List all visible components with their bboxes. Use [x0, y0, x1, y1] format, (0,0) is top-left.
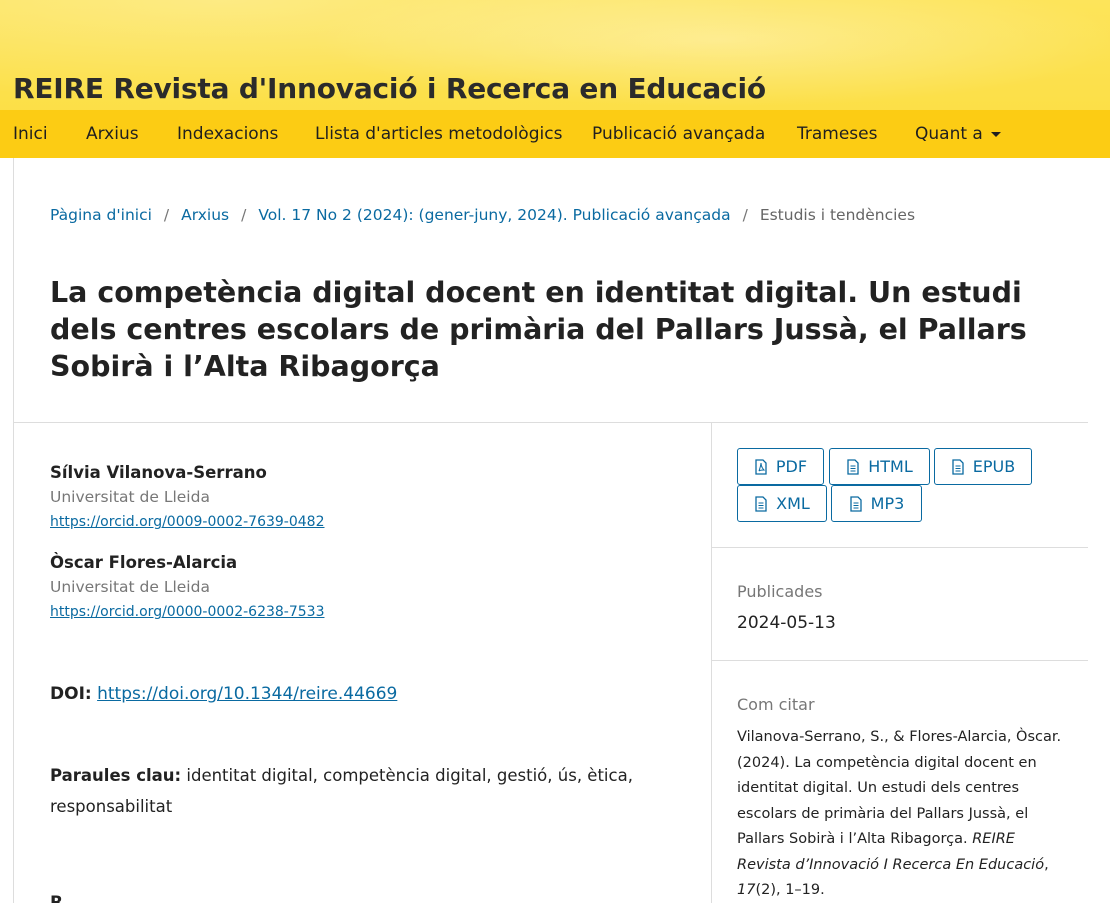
sidebar-divider	[712, 547, 1088, 548]
citation-volume: 17	[737, 882, 756, 898]
breadcrumb-separator: /	[163, 206, 170, 224]
galley-label: EPUB	[972, 457, 1016, 476]
nav-item-llista-articles[interactable]: Llista d'articles metodològics	[315, 124, 562, 144]
keywords: Paraules clau: identitat digital, compet…	[50, 760, 670, 822]
author-name: Òscar Flores-Alarcia	[50, 553, 238, 572]
published-date: 2024-05-13	[737, 613, 836, 633]
galley-label: XML	[776, 494, 810, 513]
breadcrumb-separator: /	[742, 206, 748, 224]
nav-item-quant-a[interactable]: Quant a	[915, 124, 1001, 144]
nav-item-indexacions[interactable]: Indexacions	[177, 124, 278, 144]
author-affiliation: Universitat de Lleida	[50, 578, 210, 596]
file-text-icon	[850, 495, 862, 512]
main-nav: Inici Arxius Indexacions Llista d'articl…	[0, 110, 1110, 158]
caret-down-icon	[990, 131, 1001, 137]
divider	[13, 422, 1088, 423]
pdf-file-icon	[755, 458, 767, 475]
file-text-icon	[847, 458, 859, 475]
keywords-label: Paraules clau:	[50, 766, 182, 785]
author-entry: Sílvia Vilanova-Serrano Universitat de L…	[50, 463, 324, 530]
html-download-button[interactable]: HTML	[829, 448, 930, 485]
nav-item-quant-a-label: Quant a	[915, 124, 983, 144]
citation-part: ,	[1044, 856, 1049, 873]
published-label: Publicades	[737, 582, 823, 601]
galley-label: MP3	[870, 494, 905, 513]
site-title[interactable]: REIRE Revista d'Innovació i Recerca en E…	[13, 72, 766, 105]
author-name: Sílvia Vilanova-Serrano	[50, 463, 267, 482]
citation-text: Vilanova-Serrano, S., & Flores-Alarcia, …	[737, 725, 1067, 903]
author-orcid-link[interactable]: https://orcid.org/0009-0002-7639-0482	[50, 514, 324, 530]
author-entry: Òscar Flores-Alarcia Universitat de Llei…	[50, 553, 324, 620]
breadcrumb-issue[interactable]: Vol. 17 No 2 (2024): (gener-juny, 2024).…	[258, 206, 730, 224]
doi-label: DOI:	[50, 684, 92, 704]
xml-download-button[interactable]: XML	[737, 485, 827, 522]
site-header: REIRE Revista d'Innovació i Recerca en E…	[0, 0, 1110, 158]
page-title: La competència digital docent en identit…	[50, 276, 1027, 383]
author-affiliation: Universitat de Lleida	[50, 488, 210, 506]
breadcrumb-archives[interactable]: Arxius	[181, 206, 229, 224]
cite-label: Com citar	[737, 695, 815, 714]
galley-label: HTML	[868, 457, 913, 476]
doi-link[interactable]: https://doi.org/10.1344/reire.44669	[97, 684, 397, 704]
nav-item-arxius[interactable]: Arxius	[86, 124, 139, 144]
epub-download-button[interactable]: EPUB	[934, 448, 1032, 485]
breadcrumb: Pàgina d'inici / Arxius / Vol. 17 No 2 (2024…	[50, 206, 915, 224]
sidebar-divider	[712, 660, 1088, 661]
section-heading-partial: R	[50, 893, 64, 903]
breadcrumb-home[interactable]: Pàgina d'inici	[50, 206, 152, 224]
file-text-icon	[755, 495, 767, 512]
citation-part: Vilanova-Serrano, S., & Flores-Alarcia, …	[737, 729, 1062, 847]
breadcrumb-current: Estudis i tendències	[759, 206, 916, 224]
nav-item-inici[interactable]: Inici	[13, 124, 48, 144]
nav-item-publicacio-avancada[interactable]: Publicació avançada	[592, 124, 765, 144]
nav-item-trameses[interactable]: Trameses	[797, 124, 877, 144]
pdf-download-button[interactable]: PDF	[737, 448, 824, 485]
galley-label: PDF	[775, 457, 808, 476]
citation-part: (2), 1–19. https://doi.org/10.1344/reire…	[755, 882, 825, 898]
doi-row: DOI: https://doi.org/10.1344/reire.44669	[50, 684, 397, 704]
mp3-download-button[interactable]: MP3	[831, 485, 922, 522]
column-divider	[711, 422, 712, 903]
breadcrumb-separator: /	[241, 206, 247, 224]
file-text-icon	[952, 458, 964, 475]
author-orcid-link[interactable]: https://orcid.org/0000-0002-6238-7533	[50, 604, 324, 620]
